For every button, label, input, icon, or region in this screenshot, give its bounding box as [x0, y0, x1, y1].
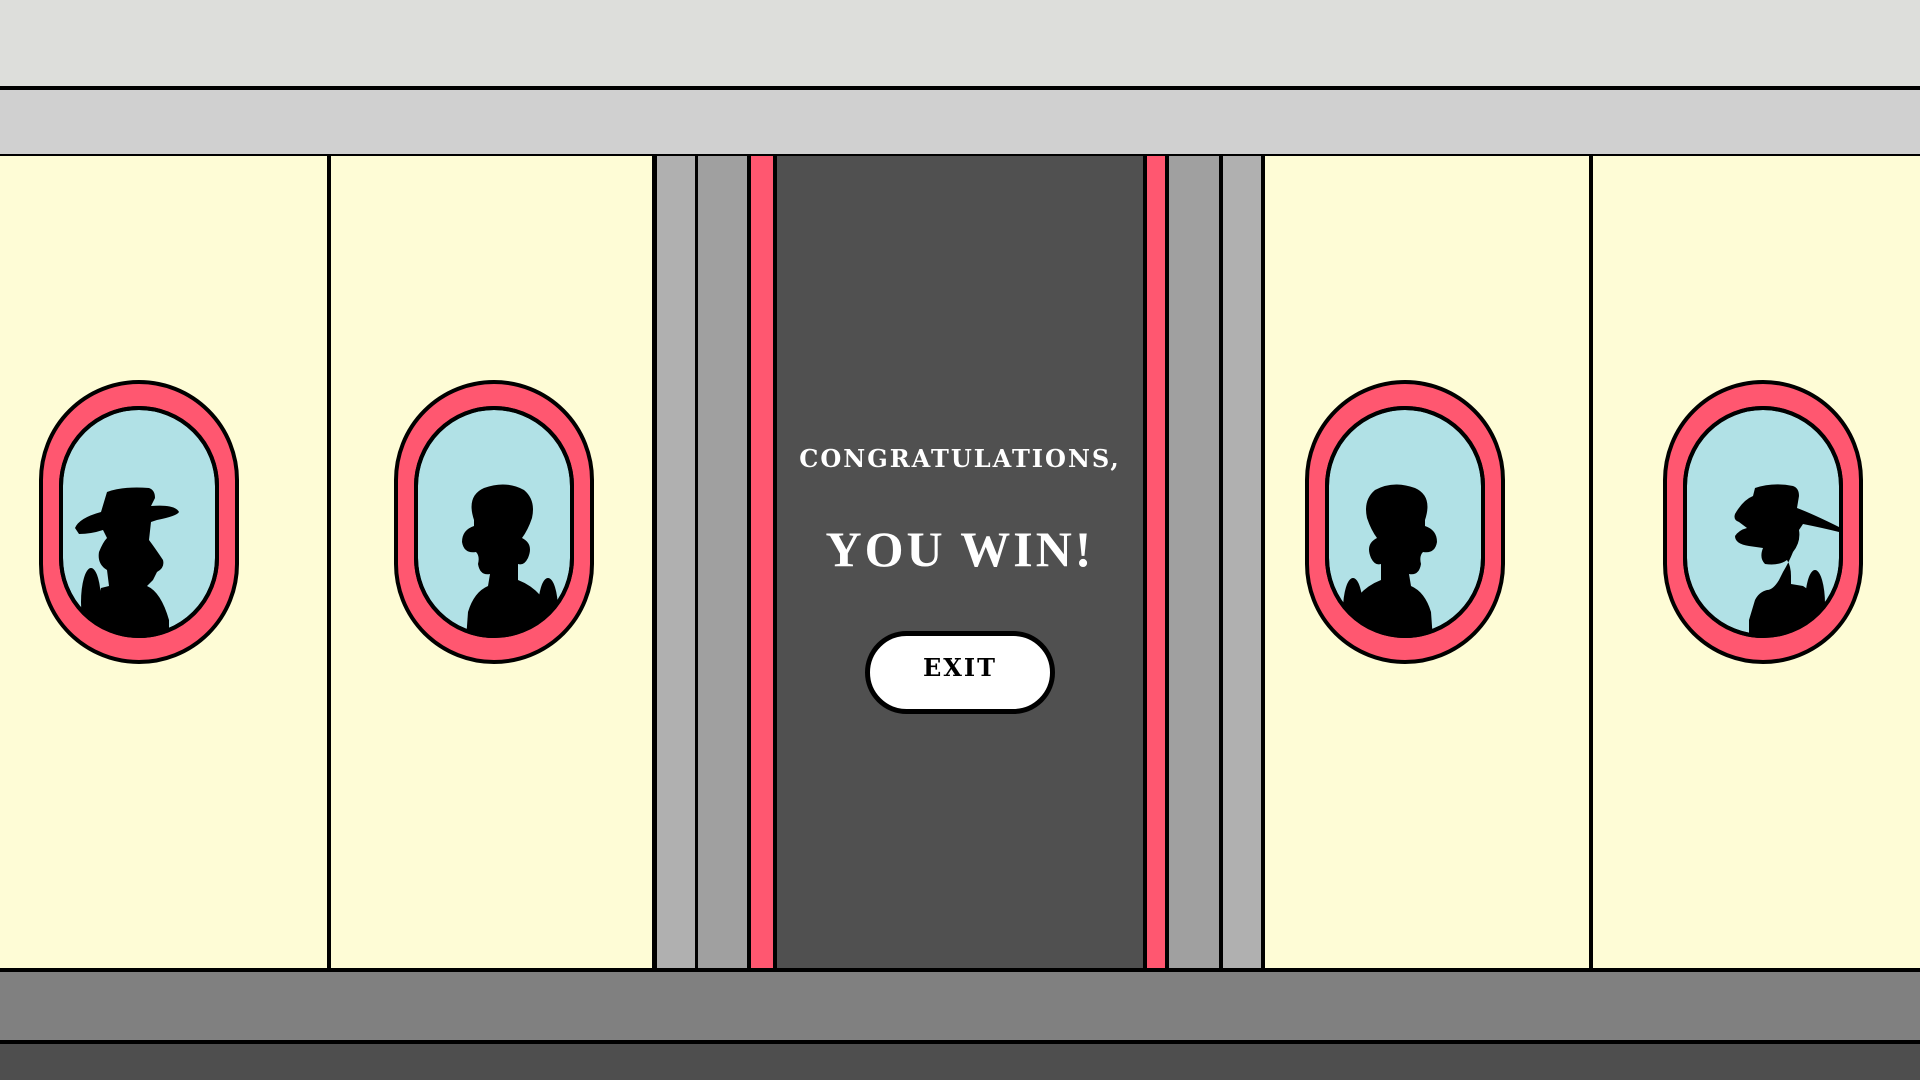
door-frame-inner-left: [695, 156, 750, 972]
you-win-title: YOU WIN!: [825, 521, 1095, 577]
door-trim-right: [1144, 156, 1168, 972]
window-3: [1305, 380, 1505, 664]
exit-button[interactable]: EXIT: [865, 631, 1055, 714]
door-frame-inner-right: [1166, 156, 1222, 972]
floor-base: [0, 1044, 1920, 1080]
ceiling-band: [0, 90, 1920, 158]
cowboy-passenger-icon: [39, 380, 239, 664]
ceiling: [0, 0, 1920, 90]
door-frame-outer-left: [654, 156, 698, 972]
floor-platform: [0, 968, 1920, 1044]
cowboy-passenger-icon: [1663, 380, 1863, 664]
bald-passenger-icon: [394, 380, 594, 664]
door-frame-outer-right: [1220, 156, 1264, 972]
bald-passenger-icon: [1305, 380, 1505, 664]
window-4: [1663, 380, 1863, 664]
congratulations-text: CONGRATULATIONS,: [799, 444, 1121, 473]
door-trim-left: [748, 156, 776, 972]
window-1: [39, 380, 239, 664]
window-2: [394, 380, 594, 664]
train-car-scene: CONGRATULATIONS, YOU WIN! EXIT: [0, 0, 1920, 1080]
